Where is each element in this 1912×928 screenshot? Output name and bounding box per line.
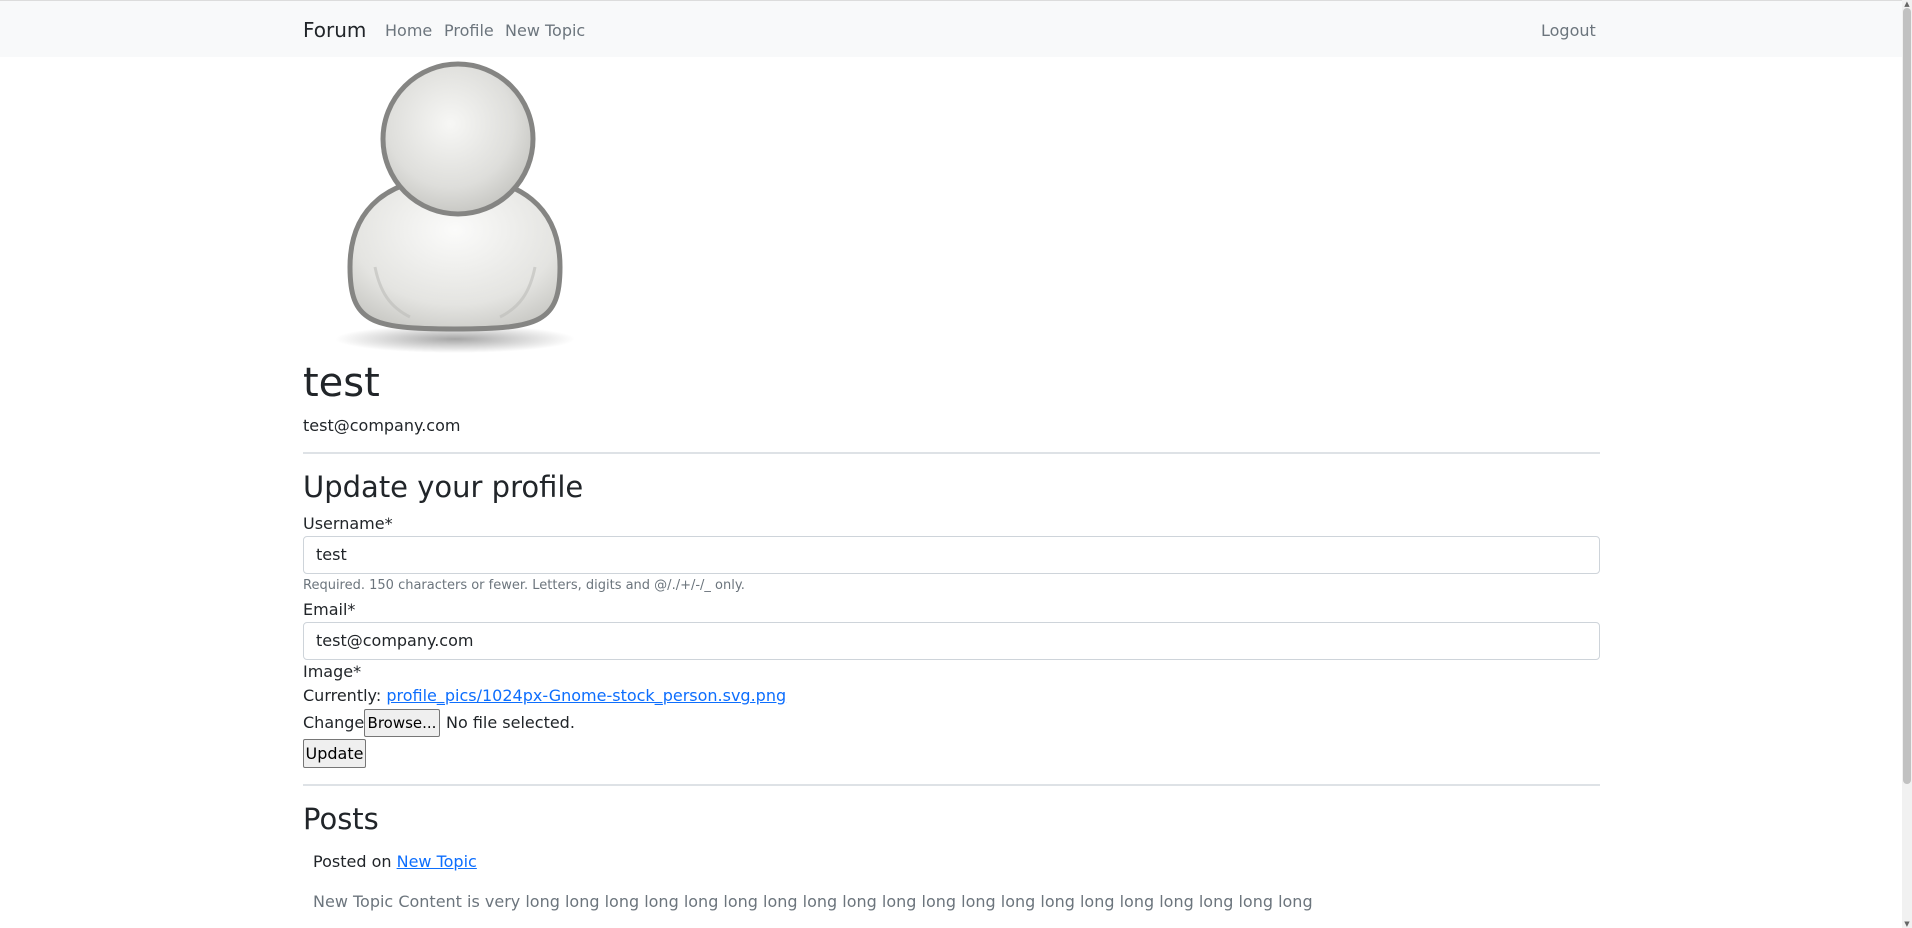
no-file-text: No file selected. [446,713,575,732]
posts-title: Posts [303,802,379,836]
username-help-text: Required. 150 characters or fewer. Lette… [303,578,745,593]
divider [303,452,1600,454]
scrollbar-thumb[interactable] [1903,8,1911,784]
person-avatar-icon [330,57,580,357]
vertical-scrollbar[interactable]: ▲ ▼ [1902,0,1912,928]
image-label: Image* [303,662,362,681]
change-label: Change: [303,713,370,732]
navbar-brand[interactable]: Forum [303,18,366,42]
update-profile-title: Update your profile [303,470,584,504]
posted-on-label: Posted on [313,852,392,871]
profile-username: test [303,360,380,406]
nav-home-link[interactable]: Home [385,21,432,40]
profile-email: test@company.com [303,416,461,435]
nav-new-topic-link[interactable]: New Topic [505,21,585,40]
post-content: New Topic Content is very long long long… [313,892,1313,911]
navbar: Forum Home Profile New Topic Logout [0,1,1902,57]
username-label: Username* [303,514,393,533]
update-button[interactable]: Update [303,739,366,768]
post-meta: Posted on New Topic [313,852,477,871]
scroll-down-arrow-icon[interactable]: ▼ [1903,920,1911,928]
nav-logout-link[interactable]: Logout [1541,21,1596,40]
scroll-up-arrow-icon[interactable]: ▲ [1903,0,1911,8]
nav-profile-link[interactable]: Profile [444,21,494,40]
currently-label: Currently: [303,686,382,705]
email-label: Email* [303,600,356,619]
current-image-row: Currently: profile_pics/1024px-Gnome-sto… [303,686,786,705]
username-input[interactable]: test [303,536,1600,574]
current-image-link[interactable]: profile_pics/1024px-Gnome-stock_person.s… [386,686,786,705]
divider [303,784,1600,786]
email-input[interactable]: test@company.com [303,622,1600,660]
post-topic-link[interactable]: New Topic [397,852,477,871]
browse-button[interactable]: Browse... [364,709,440,737]
